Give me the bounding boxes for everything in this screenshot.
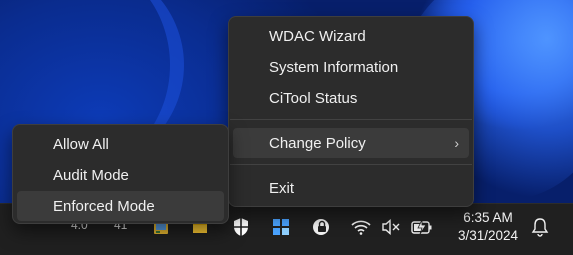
grid-app-icon[interactable] (270, 216, 292, 238)
clock-date: 3/31/2024 (457, 228, 519, 243)
clock-time: 6:35 AM (463, 210, 513, 225)
security-lock-icon[interactable] (310, 216, 332, 238)
menu-item-change-policy[interactable]: Change Policy › (233, 128, 469, 158)
menu-item-label: Exit (269, 179, 295, 197)
menu-item-label: WDAC Wizard (269, 27, 366, 45)
shield-icon[interactable] (230, 216, 252, 238)
submenu-item-audit-mode[interactable]: Audit Mode (17, 160, 224, 190)
notification-bell-icon[interactable] (529, 216, 551, 238)
menu-separator (230, 119, 472, 120)
tray-context-menu: WDAC Wizard System Information CiTool St… (228, 16, 474, 207)
menu-item-label: Change Policy (269, 134, 366, 152)
menu-item-exit[interactable]: Exit (233, 173, 469, 203)
clock[interactable]: 6:35 AM 3/31/2024 (450, 209, 526, 245)
submenu-item-label: Audit Mode (53, 166, 129, 184)
battery-charging-icon[interactable] (411, 216, 433, 238)
submenu-item-enforced-mode[interactable]: Enforced Mode (17, 191, 224, 221)
wifi-icon[interactable] (350, 216, 372, 238)
chevron-right-icon: › (454, 135, 459, 151)
menu-item-system-information[interactable]: System Information (233, 52, 469, 82)
change-policy-submenu: Allow All Audit Mode Enforced Mode (12, 124, 229, 224)
menu-separator (230, 164, 472, 165)
submenu-item-label: Allow All (53, 135, 109, 153)
menu-item-label: CiTool Status (269, 89, 358, 107)
menu-item-wdac-wizard[interactable]: WDAC Wizard (233, 21, 469, 51)
menu-item-label: System Information (269, 58, 399, 76)
speaker-muted-icon[interactable] (380, 216, 402, 238)
submenu-item-allow-all[interactable]: Allow All (17, 129, 224, 159)
menu-item-citool-status[interactable]: CiTool Status (233, 83, 469, 113)
submenu-item-label: Enforced Mode (53, 197, 155, 215)
